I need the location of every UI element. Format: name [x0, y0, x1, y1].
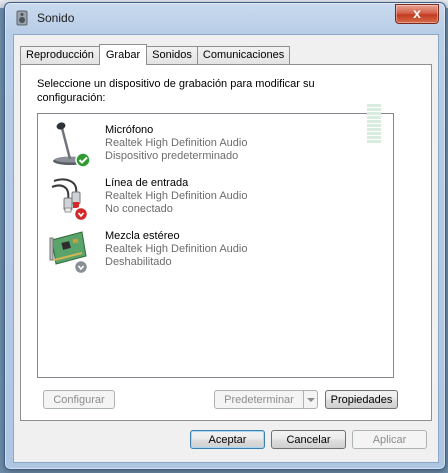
device-item-stereo-mix[interactable]: Mezcla estéreo Realtek High Definition A…: [38, 224, 393, 276]
configure-button[interactable]: Configurar: [43, 390, 115, 409]
accept-button[interactable]: Aceptar: [190, 430, 265, 449]
sound-dialog: Sonido x Reproducción Grabar Sonidos Com…: [4, 2, 446, 470]
close-button[interactable]: x: [395, 4, 439, 24]
not-connected-icon: [73, 206, 89, 222]
close-icon: x: [413, 5, 421, 21]
tab-strip: Reproducción Grabar Sonidos Comunicacion…: [20, 44, 291, 65]
cancel-button[interactable]: Cancelar: [271, 430, 346, 449]
tab-communications[interactable]: Comunicaciones: [196, 46, 291, 64]
device-name: Micrófono: [105, 124, 154, 136]
device-name: Línea de entrada: [105, 177, 189, 189]
title-bar[interactable]: Sonido x: [5, 3, 445, 31]
disabled-icon: [73, 259, 89, 275]
tab-sounds[interactable]: Sonidos: [146, 46, 198, 64]
tab-playback[interactable]: Reproducción: [20, 46, 100, 64]
level-meter: [367, 104, 381, 144]
microphone-icon: [48, 120, 92, 168]
device-status: Dispositivo predeterminado: [105, 150, 239, 162]
properties-button[interactable]: Propiedades: [325, 390, 398, 409]
sound-card-icon: [48, 226, 92, 275]
window-title: Sonido: [37, 11, 75, 25]
device-name: Mezcla estéreo: [105, 230, 180, 242]
dialog-client-area: Reproducción Grabar Sonidos Comunicacion…: [13, 34, 439, 463]
device-driver: Realtek High Definition Audio: [105, 243, 248, 255]
set-default-button[interactable]: Predeterminar: [214, 390, 304, 409]
instructions-text: Seleccione un dispositivo de grabación p…: [37, 78, 315, 104]
device-item-microphone[interactable]: Micrófono Realtek High Definition Audio …: [38, 104, 393, 170]
speaker-icon: [14, 10, 30, 26]
device-status: No conectado: [105, 203, 173, 215]
default-check-icon: [75, 152, 91, 168]
set-default-dropdown-arrow[interactable]: [303, 390, 318, 409]
device-status: Deshabilitado: [105, 256, 172, 268]
apply-button[interactable]: Aplicar: [352, 430, 427, 449]
device-item-line-in[interactable]: Línea de entrada Realtek High Definition…: [38, 171, 393, 223]
record-tab-panel: Seleccione un dispositivo de grabación p…: [20, 64, 432, 421]
device-driver: Realtek High Definition Audio: [105, 190, 248, 202]
line-in-cable-icon: [48, 173, 92, 222]
device-driver: Realtek High Definition Audio: [105, 137, 248, 149]
device-list[interactable]: Micrófono Realtek High Definition Audio …: [37, 104, 394, 378]
tab-record[interactable]: Grabar: [98, 44, 148, 65]
